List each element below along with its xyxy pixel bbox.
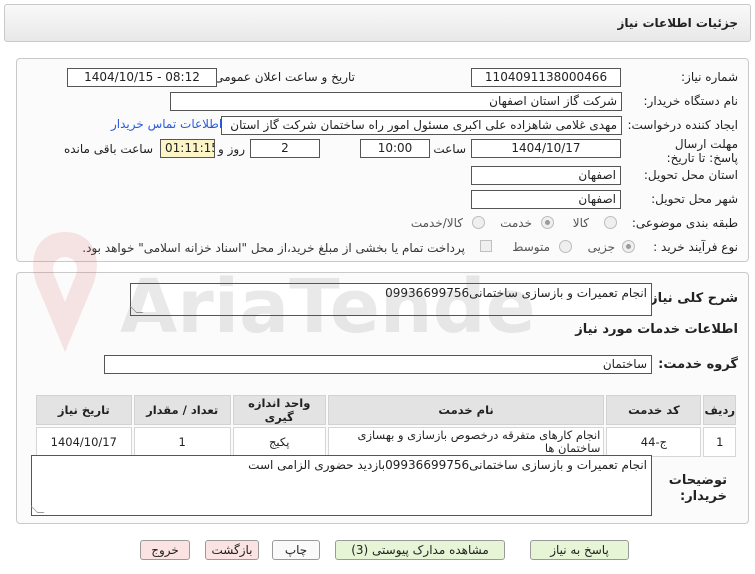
services-table: ردیف کد خدمت نام خدمت واحد اندازه گیری ت…	[34, 393, 738, 459]
treasury-payment-checkbox[interactable]	[480, 240, 492, 252]
table-row: 1 ج-44 انجام کارهای متفرقه درخصوص بازساز…	[36, 427, 736, 457]
creator-field: مهدی غلامی شاهزاده علی اکبری مسئول امور …	[221, 116, 622, 135]
col-service-code: کد خدمت	[606, 395, 702, 425]
need-number-label: شماره نیاز:	[681, 70, 738, 84]
deadline-date-field: 1404/10/17	[471, 139, 621, 158]
cell-row: 1	[703, 427, 736, 457]
summary-text: انجام تعمیرات و بازسازی ساختمانی09936699…	[385, 286, 647, 300]
treasury-payment-note: پرداخت تمام یا بخشی از مبلغ خرید،از محل …	[82, 241, 465, 255]
col-unit: واحد اندازه گیری	[232, 395, 326, 425]
reply-button[interactable]: پاسخ به نیاز	[530, 540, 629, 560]
category-service-radio[interactable]	[541, 216, 554, 229]
print-button[interactable]: چاپ	[272, 540, 320, 560]
page-title: جزئیات اطلاعات نیاز	[617, 16, 738, 30]
city-label: شهر محل تحویل:	[651, 192, 738, 206]
summary-label: شرح کلی نیاز:	[644, 291, 738, 306]
col-quantity: تعداد / مقدار	[133, 395, 231, 425]
cell-quantity: 1	[133, 427, 231, 457]
process-medium-label: متوسط	[512, 240, 550, 254]
process-minor-label: جزیی	[587, 240, 615, 254]
announce-datetime-field: 1404/10/15 - 08:12	[67, 68, 217, 87]
cell-service-code: ج-44	[606, 427, 702, 457]
cell-unit: پکیج	[232, 427, 326, 457]
cell-service-name: انجام کارهای متفرقه درخصوص بازسازی و بهس…	[327, 427, 605, 457]
creator-label: ایجاد کننده درخواست:	[627, 118, 738, 132]
days-label: روز و	[218, 142, 245, 156]
remaining-time-field: 01:11:15	[160, 139, 215, 158]
remaining-time-label: ساعت باقی مانده	[63, 142, 153, 156]
col-service-name: نام خدمت	[327, 395, 605, 425]
days-remaining-field: 2	[250, 139, 320, 158]
table-header-row: ردیف کد خدمت نام خدمت واحد اندازه گیری ت…	[36, 395, 736, 425]
buyer-notes-field: انجام تعمیرات و بازسازی ساختمانی09936699…	[30, 455, 652, 516]
process-medium-radio[interactable]	[559, 240, 572, 253]
category-goods-service-radio[interactable]	[472, 216, 485, 229]
col-need-date: تاریخ نیاز	[36, 395, 132, 425]
city-field: اصفهان	[471, 190, 621, 209]
buyer-org-label: نام دستگاه خریدار:	[643, 94, 739, 108]
province-label: استان محل تحویل:	[643, 168, 738, 182]
buyer-org-field: شرکت گاز استان اصفهان	[170, 92, 622, 111]
resize-handle[interactable]	[30, 506, 45, 513]
deadline-hour-label: ساعت	[433, 142, 466, 156]
header-bar: جزئیات اطلاعات نیاز	[4, 4, 751, 42]
category-goods-label: کالا	[572, 216, 589, 230]
category-service-label: خدمت	[500, 216, 532, 230]
back-button[interactable]: بازگشت	[205, 540, 259, 560]
announce-datetime-label: تاریخ و ساعت اعلان عمومی:	[210, 70, 355, 84]
need-number-field: 1104091138000466	[471, 68, 621, 87]
resize-handle[interactable]	[129, 306, 144, 313]
buyer-contact-link[interactable]: اطلاعات تماس خریدار	[111, 117, 222, 131]
col-row: ردیف	[703, 395, 736, 425]
cell-need-date: 1404/10/17	[36, 427, 132, 457]
deadline-time-field: 10:00	[360, 139, 430, 158]
services-section-title: اطلاعات خدمات مورد نیاز	[575, 322, 738, 337]
service-group-label: گروه خدمت:	[658, 357, 738, 372]
exit-button[interactable]: خروج	[140, 540, 190, 560]
category-label: طبقه بندی موضوعی:	[631, 216, 738, 230]
category-goods-radio[interactable]	[604, 216, 617, 229]
deadline-label: مهلت ارسال پاسخ: تا تاریخ:	[666, 137, 738, 165]
buyer-notes-text: انجام تعمیرات و بازسازی ساختمانی09936699…	[248, 458, 647, 472]
process-type-label: نوع فرآیند خرید :	[653, 240, 738, 254]
attachments-button[interactable]: مشاهده مدارک پیوستی (3)	[335, 540, 505, 560]
process-minor-radio[interactable]	[622, 240, 635, 253]
province-field: اصفهان	[471, 166, 621, 185]
need-info-panel	[16, 58, 749, 262]
buyer-notes-label: توضیحات خریدار:	[668, 473, 727, 504]
category-goods-service-label: کالا/خدمت	[410, 216, 463, 230]
summary-field: انجام تعمیرات و بازسازی ساختمانی09936699…	[129, 283, 652, 316]
service-group-field: ساختمان	[104, 355, 652, 374]
